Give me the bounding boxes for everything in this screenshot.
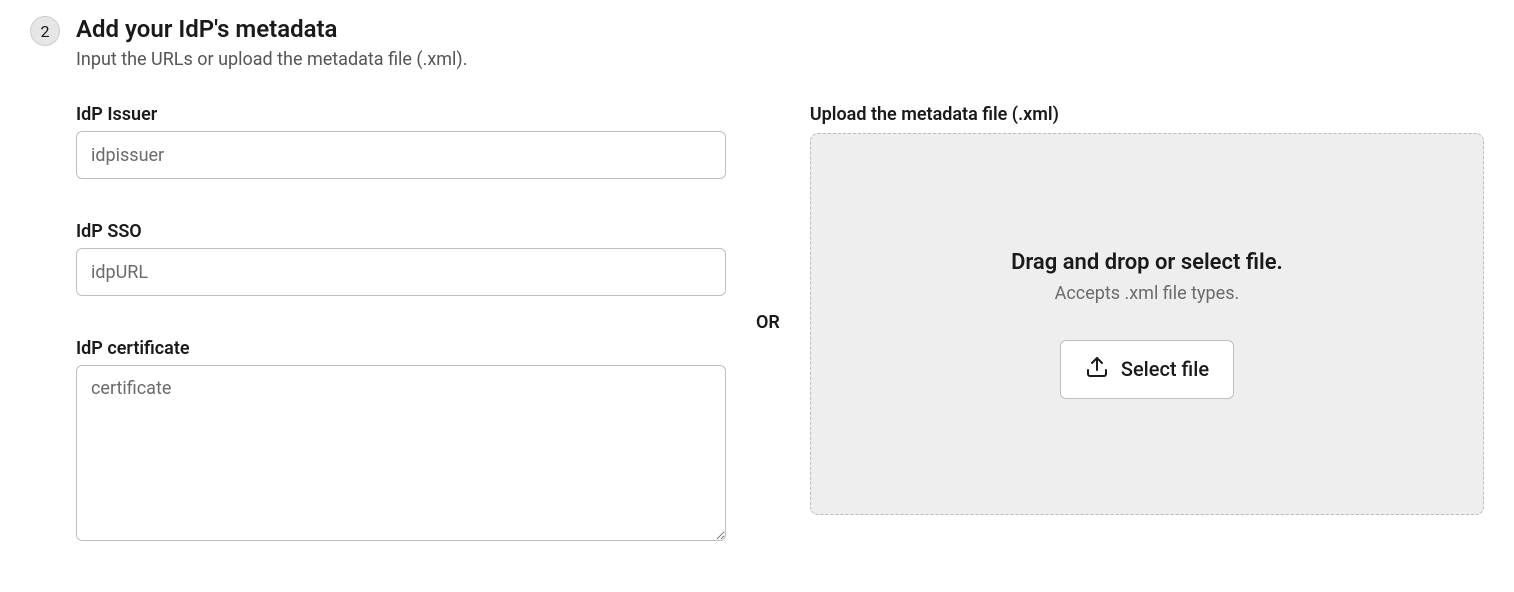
- idp-certificate-label: IdP certificate: [76, 338, 726, 359]
- select-file-button[interactable]: Select file: [1060, 340, 1234, 399]
- content-row: IdP Issuer IdP SSO IdP certificate OR Up…: [76, 104, 1484, 541]
- idp-certificate-group: IdP certificate: [76, 338, 726, 541]
- idp-issuer-label: IdP Issuer: [76, 104, 726, 125]
- step-number: 2: [41, 22, 50, 41]
- idp-issuer-input[interactable]: [76, 131, 726, 179]
- dropzone-subtitle: Accepts .xml file types.: [1055, 283, 1240, 304]
- dropzone-title: Drag and drop or select file.: [1011, 250, 1283, 275]
- step-body: Add your IdP's metadata Input the URLs o…: [76, 14, 1484, 541]
- step-title: Add your IdP's metadata: [76, 14, 1484, 45]
- idp-sso-input[interactable]: [76, 248, 726, 296]
- manual-fields-column: IdP Issuer IdP SSO IdP certificate: [76, 104, 726, 541]
- idp-sso-group: IdP SSO: [76, 221, 726, 296]
- select-file-button-label: Select file: [1121, 357, 1209, 381]
- idp-certificate-input[interactable]: [76, 365, 726, 541]
- step-subtitle: Input the URLs or upload the metadata fi…: [76, 49, 1484, 70]
- or-separator: OR: [756, 312, 780, 333]
- idp-sso-label: IdP SSO: [76, 221, 726, 242]
- step-container: 2 Add your IdP's metadata Input the URLs…: [30, 14, 1484, 541]
- upload-icon: [1085, 355, 1109, 384]
- step-number-badge: 2: [30, 16, 60, 46]
- upload-label: Upload the metadata file (.xml): [810, 104, 1484, 125]
- idp-issuer-group: IdP Issuer: [76, 104, 726, 179]
- file-dropzone[interactable]: Drag and drop or select file. Accepts .x…: [810, 133, 1484, 515]
- upload-column: Upload the metadata file (.xml) Drag and…: [810, 104, 1484, 515]
